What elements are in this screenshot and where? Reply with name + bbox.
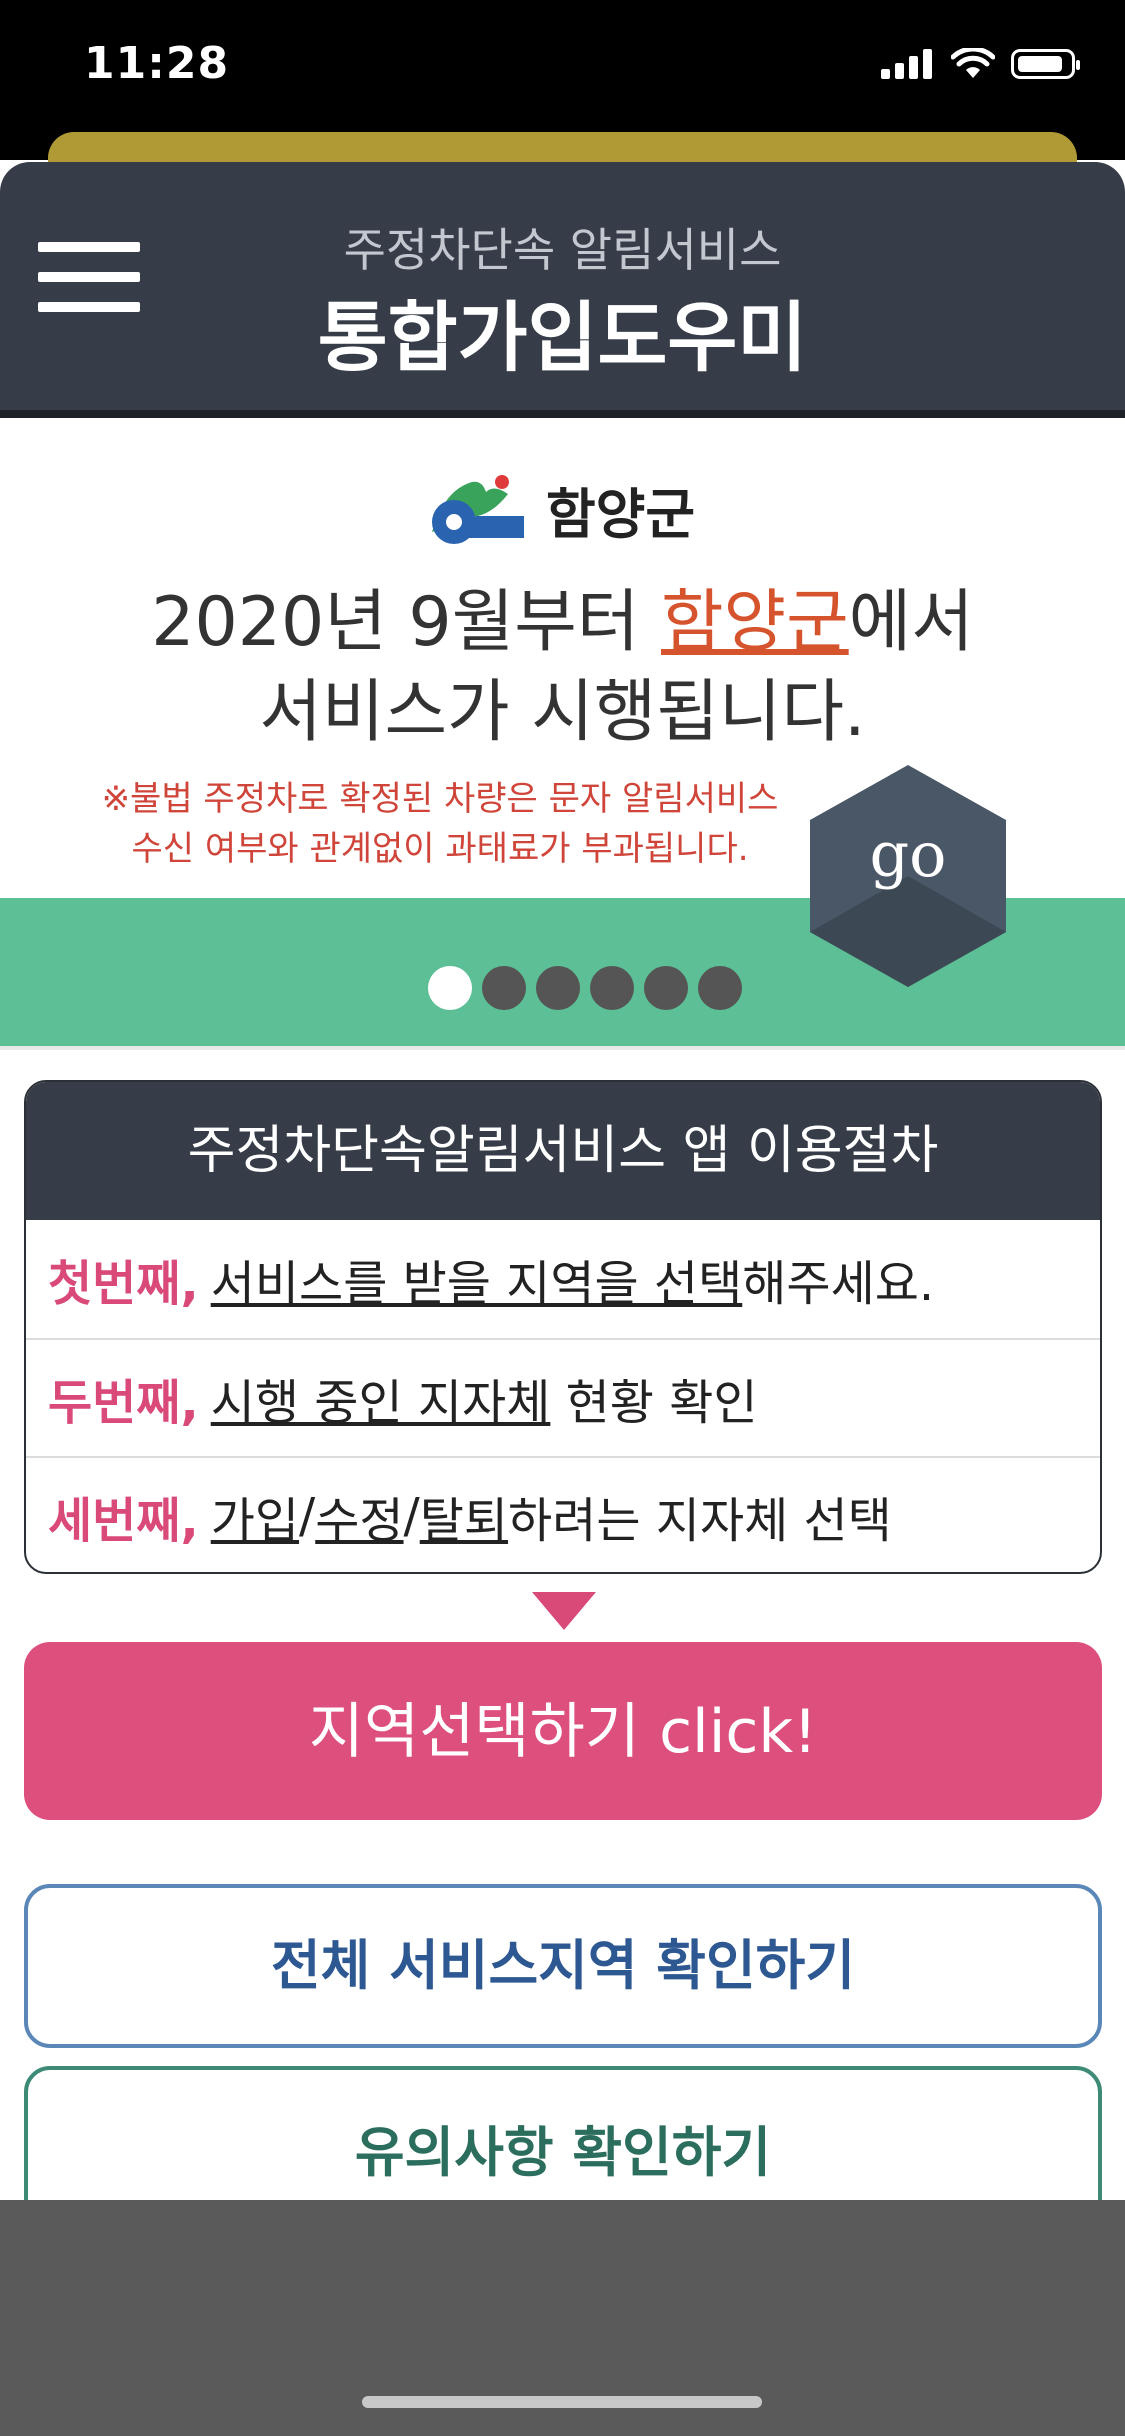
status-time: 11:28 [84, 38, 230, 89]
wifi-icon [951, 48, 995, 78]
procedure-card: 주정차단속알림서비스 앱 이용절차 첫번째, 서비스를 받을 지역을 선택 해주… [24, 1080, 1102, 1574]
promo-banner[interactable]: 함양군 2020년 9월부터 함양군에서 서비스가 시행됩니다. ※불법 주정차… [0, 418, 1125, 1048]
carousel-dot[interactable] [482, 966, 526, 1010]
check-all-regions-button[interactable]: 전체 서비스지역 확인하기 [24, 1884, 1102, 2048]
step-ordinal: 두번째, [48, 1375, 199, 1431]
county-emblem-icon [432, 474, 524, 544]
step-ordinal: 첫번째, [48, 1256, 199, 1312]
carousel-dot[interactable] [428, 966, 472, 1010]
step-separator: / [403, 1488, 420, 1544]
procedure-step: 첫번째, 서비스를 받을 지역을 선택 해주세요. [26, 1220, 1100, 1338]
status-icons [881, 48, 1080, 80]
header-subtitle: 주정차단속 알림서비스 [343, 223, 782, 277]
headline-prefix: 2020년 9월부터 [151, 583, 661, 662]
carousel-dot[interactable] [698, 966, 742, 1010]
banner-notice-line1: ※불법 주정차로 확정된 차량은 문자 알림서비스 [101, 779, 779, 819]
procedure-step: 두번째, 시행 중인 지자체 현황 확인 [26, 1338, 1100, 1456]
carousel-dot[interactable] [644, 966, 688, 1010]
header-divider [0, 410, 1125, 418]
step-ordinal: 세번째, [48, 1493, 199, 1549]
banner-headline-line1: 2020년 9월부터 함양군에서 [0, 566, 1125, 665]
banner-divider [0, 1046, 1125, 1050]
step-link-withdraw[interactable]: 탈퇴 [420, 1481, 508, 1551]
home-indicator[interactable] [362, 2396, 762, 2408]
go-button[interactable]: go [810, 818, 1006, 891]
procedure-step: 세번째, 가입 / 수정 / 탈퇴 하려는 지자체 선택 [26, 1456, 1100, 1572]
step-link-join[interactable]: 가입 [211, 1481, 299, 1551]
step-text: 해주세요. [742, 1256, 935, 1312]
step-text: 현황 확인 [550, 1375, 758, 1431]
down-arrow-icon [532, 1592, 596, 1630]
step-link[interactable]: 시행 중인 지자체 [211, 1363, 551, 1433]
carousel-indicator [428, 966, 742, 1010]
carousel-dot[interactable] [536, 966, 580, 1010]
banner-notice: ※불법 주정차로 확정된 차량은 문자 알림서비스 수신 여부와 관계없이 과태… [80, 774, 800, 874]
step-link-edit[interactable]: 수정 [315, 1481, 403, 1551]
header-title: 통합가입도우미 [317, 293, 808, 382]
banner-headline-line2: 서비스가 시행됩니다. [259, 673, 866, 752]
county-logo: 함양군 [424, 470, 695, 549]
step-link[interactable]: 서비스를 받을 지역을 선택 [211, 1244, 743, 1314]
select-region-button[interactable]: 지역선택하기 click! [24, 1642, 1102, 1820]
signal-icon [881, 49, 932, 79]
step-text: 하려는 지자체 선택 [508, 1493, 892, 1549]
county-logo-text: 함양군 [546, 483, 696, 546]
carousel-dot[interactable] [590, 966, 634, 1010]
battery-icon [1011, 49, 1080, 79]
procedure-title: 주정차단속알림서비스 앱 이용절차 [26, 1082, 1100, 1220]
banner-notice-line2: 수신 여부와 관계없이 과태료가 부과됩니다. [131, 829, 749, 869]
step-separator: / [299, 1488, 316, 1544]
headline-county: 함양군 [660, 583, 849, 662]
headline-suffix: 에서 [848, 583, 974, 662]
